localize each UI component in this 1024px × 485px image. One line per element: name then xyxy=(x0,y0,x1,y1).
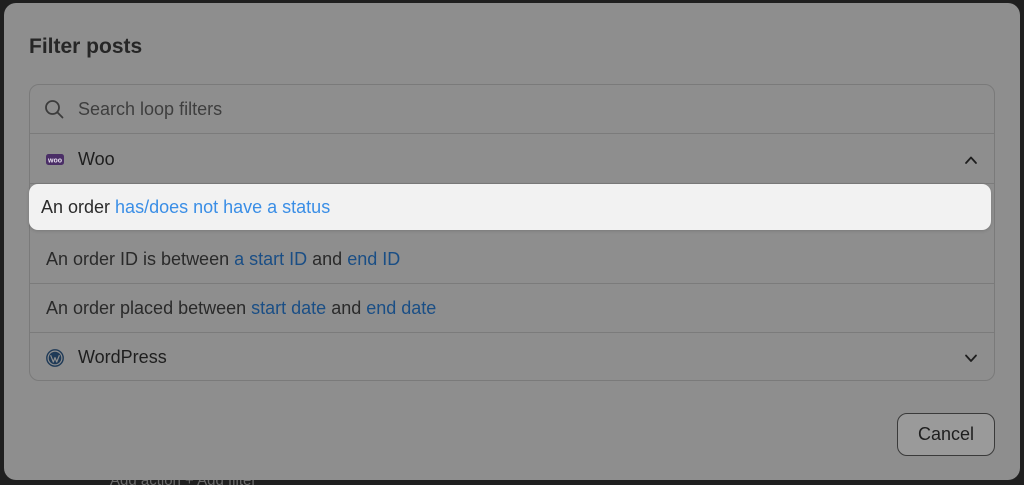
option-link-start-id[interactable]: a start ID xyxy=(234,249,307,269)
option-link-status[interactable]: has/does not have a status xyxy=(115,197,330,217)
group-header-wordpress[interactable]: WordPress xyxy=(30,333,994,381)
chevron-up-icon[interactable] xyxy=(964,153,978,167)
option-link-end-date[interactable]: end date xyxy=(366,298,436,318)
search-input[interactable] xyxy=(78,93,958,125)
filter-option-order-placed-between[interactable]: An order placed between start date and e… xyxy=(30,284,994,333)
option-link-start-date[interactable]: start date xyxy=(251,298,326,318)
option-text: An order placed between start date and e… xyxy=(46,297,437,318)
filter-posts-modal: Filter posts woo Woo An order ID is betw… xyxy=(4,3,1020,480)
option-text: An order ID is between a start ID and en… xyxy=(46,248,401,269)
group-label-wordpress: WordPress xyxy=(78,347,167,367)
svg-text:woo: woo xyxy=(47,158,62,165)
group-header-woo[interactable]: woo Woo xyxy=(30,135,994,184)
filter-option-order-id-between[interactable]: An order ID is between a start ID and en… xyxy=(30,235,994,284)
modal-title: Filter posts xyxy=(29,35,143,58)
filter-list-panel: woo Woo An order ID is between a start I… xyxy=(29,84,995,381)
option-text: An order has/does not have a status xyxy=(41,196,331,217)
search-row xyxy=(30,85,994,134)
group-label-woo: Woo xyxy=(78,149,115,169)
woo-icon: woo xyxy=(46,154,64,165)
search-icon xyxy=(45,100,64,119)
cancel-button[interactable]: Cancel xyxy=(897,413,995,456)
filter-option-order-status[interactable]: An order has/does not have a status xyxy=(29,184,991,230)
option-link-end-id[interactable]: end ID xyxy=(347,249,400,269)
wordpress-icon xyxy=(46,349,64,367)
chevron-down-icon[interactable] xyxy=(964,351,978,365)
